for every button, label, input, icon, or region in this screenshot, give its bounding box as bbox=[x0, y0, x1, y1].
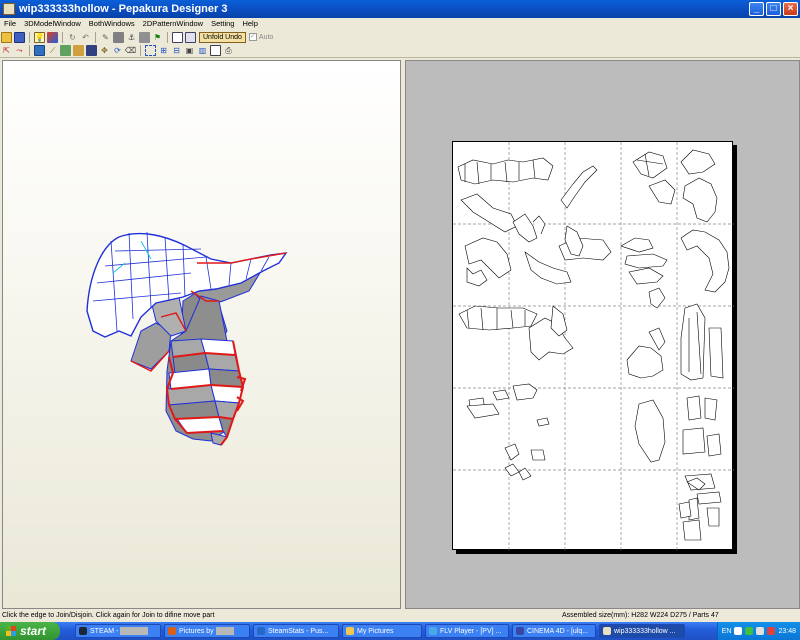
language-indicator[interactable]: EN bbox=[722, 628, 732, 635]
taskbar-item-label: FLV Player - [PV] ... bbox=[440, 627, 502, 635]
toolbar-edit: ⇱ ⤳ ⟋ ✥ ⟳ ⌫ ⊞ ⊟ ▣ ▥ ⎙ bbox=[0, 44, 800, 58]
print-icon[interactable]: ⎙ bbox=[223, 45, 234, 56]
menu-file[interactable]: File bbox=[0, 18, 20, 30]
anchor-icon[interactable]: ⚓ bbox=[126, 32, 137, 43]
redacted-box bbox=[215, 627, 234, 635]
toolbar-separator bbox=[95, 31, 96, 43]
menu-setting[interactable]: Setting bbox=[207, 18, 238, 30]
window-title: wip333333hollow - Pepakura Designer 3 bbox=[19, 3, 228, 15]
taskbar-item-label: wip333333hollow ... bbox=[614, 627, 676, 635]
toolbar-separator bbox=[62, 31, 63, 43]
toolbar-separator bbox=[29, 31, 30, 43]
taskbar-item-label: CINEMA 4D - [ulq... bbox=[527, 627, 589, 635]
align-icon[interactable]: ⊞ bbox=[158, 45, 169, 56]
flag-icon[interactable]: ⚑ bbox=[152, 32, 163, 43]
toolbar-separator bbox=[29, 45, 30, 56]
auto-label: Auto bbox=[258, 33, 274, 41]
arrange-icon[interactable]: ⊟ bbox=[171, 45, 182, 56]
browser-icon bbox=[257, 627, 265, 635]
status-bar: Click the edge to Join/Disjoin. Click ag… bbox=[0, 610, 800, 621]
volume-icon[interactable] bbox=[756, 627, 765, 635]
taskbar-item-label: My Pictures bbox=[357, 627, 394, 635]
firefox-icon bbox=[168, 627, 176, 635]
minimize-button[interactable]: _ bbox=[749, 2, 764, 16]
text-icon[interactable]: ⌫ bbox=[125, 45, 136, 56]
screen-icon[interactable] bbox=[86, 45, 97, 56]
edit-flap-icon[interactable] bbox=[73, 45, 84, 56]
flv-player-icon bbox=[429, 627, 437, 635]
chart-icon[interactable]: ▥ bbox=[197, 45, 208, 56]
layers-icon[interactable] bbox=[139, 31, 150, 43]
taskbar-item-label: STEAM - bbox=[90, 627, 119, 635]
pepakura-window: wip333333hollow - Pepakura Designer 3 _ … bbox=[0, 0, 800, 640]
glue-icon[interactable] bbox=[60, 45, 71, 56]
pepakura-app-icon[interactable] bbox=[3, 3, 15, 15]
help-icon[interactable] bbox=[734, 627, 743, 635]
undo-icon[interactable]: ↶ bbox=[80, 32, 91, 43]
pencil-icon[interactable]: ✎ bbox=[100, 32, 111, 43]
move-part-icon[interactable]: ✥ bbox=[99, 45, 110, 56]
unfolded-pattern[interactable] bbox=[453, 142, 734, 551]
taskbar-item-my-pictures[interactable]: My Pictures bbox=[342, 624, 422, 638]
pattern-sheet[interactable] bbox=[452, 141, 734, 551]
windows-flag-icon bbox=[6, 626, 16, 636]
3d-model-view[interactable] bbox=[2, 60, 401, 609]
cinema4d-icon bbox=[516, 627, 524, 635]
toolbar-main: 💡 ↻ ↶ ✎ ⚓ ⚑ Unfold Undo ✓ Auto bbox=[0, 30, 800, 44]
toolbar-separator bbox=[167, 31, 168, 43]
wand-icon[interactable]: ⟋ bbox=[47, 45, 58, 56]
book-icon[interactable] bbox=[113, 31, 124, 43]
menu-3dmodelwindow[interactable]: 3DModelWindow bbox=[20, 18, 85, 30]
checkmark-icon: ✓ bbox=[248, 33, 257, 41]
save-icon[interactable] bbox=[14, 31, 25, 43]
taskbar-item-label: SteamStats - Pus... bbox=[268, 627, 329, 635]
start-label: start bbox=[20, 624, 47, 638]
close-button[interactable]: × bbox=[783, 2, 798, 16]
snap-grid-icon[interactable] bbox=[145, 45, 156, 56]
folder-icon bbox=[346, 627, 354, 635]
pattern-parts bbox=[457, 149, 730, 541]
taskbar-item-label: Pictures by bbox=[179, 627, 214, 635]
taskbar-item-steamstats[interactable]: SteamStats - Pus... bbox=[253, 624, 339, 638]
title-bar[interactable]: wip333333hollow - Pepakura Designer 3 _ … bbox=[0, 0, 800, 18]
menu-help[interactable]: Help bbox=[238, 18, 261, 30]
lightbulb-icon[interactable]: 💡 bbox=[34, 31, 45, 43]
taskbar-item-cinema4d[interactable]: CINEMA 4D - [ulq... bbox=[512, 624, 596, 638]
open-folder-icon[interactable] bbox=[1, 31, 12, 43]
window-single-icon[interactable] bbox=[172, 31, 183, 43]
menu-bar: File 3DModelWindow BothWindows 2DPattern… bbox=[0, 18, 800, 30]
taskbar-item-pictures[interactable]: Pictures by bbox=[164, 624, 250, 638]
maximize-button[interactable]: □ bbox=[766, 2, 781, 16]
taskbar-item-pepakura[interactable]: wip333333hollow ... bbox=[599, 624, 685, 638]
unfold-undo-button[interactable]: Unfold Undo bbox=[199, 31, 246, 43]
network-icon[interactable] bbox=[745, 627, 754, 635]
window-dual-icon[interactable] bbox=[185, 31, 196, 43]
texture-cube-icon[interactable] bbox=[47, 31, 58, 43]
status-hint: Click the edge to Join/Disjoin. Click ag… bbox=[2, 612, 215, 619]
pepakura-icon bbox=[603, 627, 611, 635]
join-edge-icon[interactable]: ⤳ bbox=[14, 45, 25, 56]
taskbar: start STEAM - Pictures by SteamStats - P… bbox=[0, 622, 800, 640]
helmet-3d-model[interactable] bbox=[3, 61, 402, 610]
toolbar-separator bbox=[140, 45, 141, 56]
clock[interactable]: 23:48 bbox=[778, 628, 796, 635]
taskbar-item-steam[interactable]: STEAM - bbox=[75, 624, 161, 638]
antivirus-icon[interactable] bbox=[767, 627, 776, 635]
system-tray: EN 23:48 bbox=[716, 622, 800, 640]
rotate-part-icon[interactable]: ⟳ bbox=[112, 45, 123, 56]
select-arrow-icon[interactable]: ⇱ bbox=[1, 45, 12, 56]
picture-icon[interactable] bbox=[34, 45, 45, 56]
start-button[interactable]: start bbox=[0, 622, 60, 640]
taskbar-item-flv-player[interactable]: FLV Player - [PV] ... bbox=[425, 624, 509, 638]
menu-bothwindows[interactable]: BothWindows bbox=[85, 18, 139, 30]
menu-2dpatternwindow[interactable]: 2DPatternWindow bbox=[139, 18, 207, 30]
redacted-box bbox=[120, 627, 149, 635]
page-settings-icon[interactable] bbox=[210, 45, 221, 56]
fit-icon[interactable]: ▣ bbox=[184, 45, 195, 56]
rotate-icon[interactable]: ↻ bbox=[67, 32, 78, 43]
auto-checkbox[interactable]: ✓ Auto bbox=[248, 33, 274, 41]
assembled-size: Assembled size(mm): H282 W224 D275 / Par… bbox=[562, 612, 719, 619]
steam-icon bbox=[79, 627, 87, 635]
